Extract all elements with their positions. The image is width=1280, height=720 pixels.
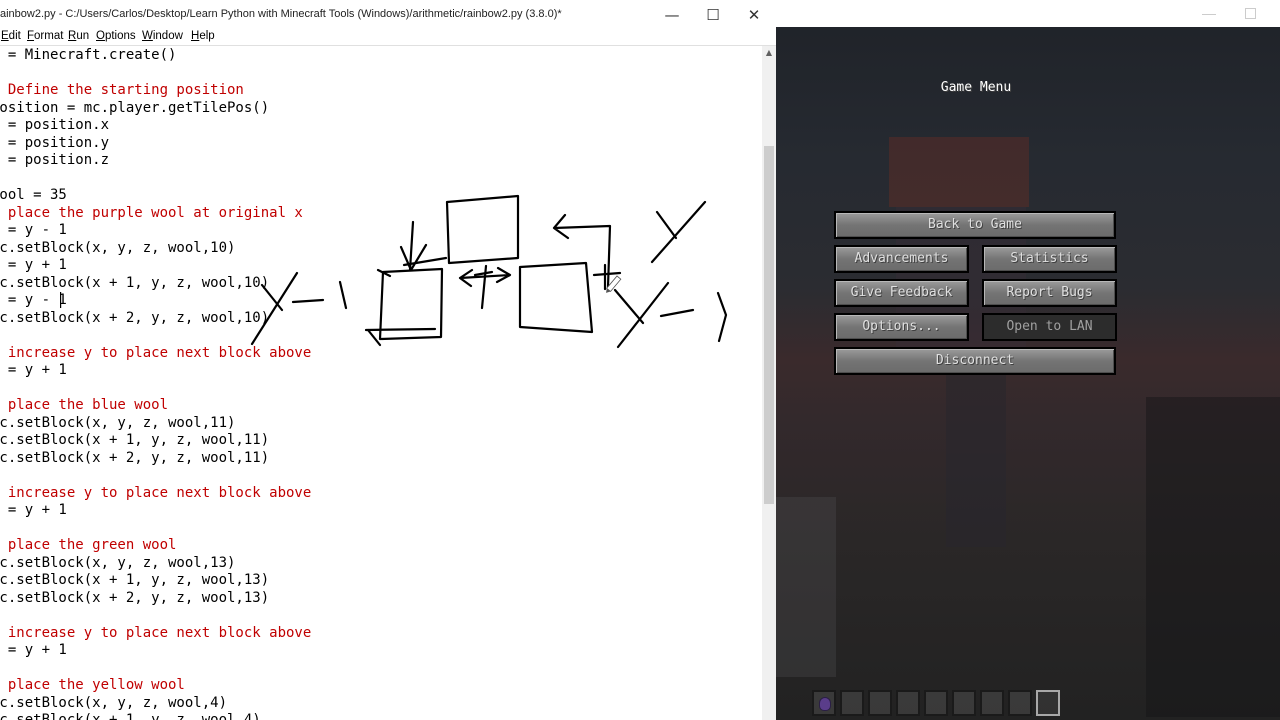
code-comment-line: # place the green wool <box>0 537 177 553</box>
editor-titlebar: ainbow2.py - C:/Users/Carlos/Desktop/Lea… <box>0 0 776 30</box>
code-line: mc.setBlock(x, y, z, wool,10) <box>0 239 236 256</box>
editor-title: ainbow2.py - C:/Users/Carlos/Desktop/Lea… <box>0 8 562 20</box>
code-line: position = mc.player.getTilePos() <box>0 99 270 116</box>
code-line: y = y - 1 <box>7 222 67 238</box>
code-line: y = y - 1 <box>7 292 67 308</box>
code-line: c = Minecraft.create() <box>0 47 177 63</box>
code-line: mc.setBlock(x + 2, y, z, wool,10) <box>0 309 270 326</box>
code-comment-line: # place the blue wool <box>0 397 169 413</box>
hotbar-slot[interactable] <box>952 690 976 716</box>
code-line: mc.setBlock(x, y, z, wool,11) <box>0 414 236 431</box>
hotbar-slot[interactable] <box>1036 690 1060 716</box>
report-bugs-button[interactable]: Report Bugs <box>982 279 1117 307</box>
code-editor[interactable]: c = Minecraft.create() # Define the start… <box>0 46 762 720</box>
menu-format[interactable]: Format <box>27 30 63 42</box>
code-line: mc.setBlock(x, y, z, wool,13) <box>0 554 236 571</box>
hotbar-slot[interactable] <box>980 690 1004 716</box>
game-menu-title: Game Menu <box>940 80 1012 95</box>
code-comment-line: # place the purple wool at original x <box>0 204 303 221</box>
code-line: y = y + 1 <box>7 502 67 518</box>
hotbar-slot[interactable] <box>1008 690 1032 716</box>
give-feedback-button[interactable]: Give Feedback <box>834 279 969 307</box>
open-to-lan-button: Open to LAN <box>982 313 1117 341</box>
potion-bottle-icon <box>820 698 830 710</box>
vertical-scrollbar[interactable]: ▲ <box>762 46 776 720</box>
code-line: z = position.z <box>0 152 110 168</box>
code-line: y = y + 1 <box>7 362 67 378</box>
options-button[interactable]: Options... <box>834 313 969 341</box>
code-line: mc.setBlock(x, y, z, wool,4) <box>0 694 228 711</box>
hotbar-slot[interactable] <box>812 690 836 716</box>
code-comment-line: # increase y to place next block above <box>0 624 312 641</box>
minimize-button[interactable]: — <box>652 4 692 26</box>
code-comment-line: # increase y to place next block above <box>0 344 312 361</box>
scenery-block <box>889 137 1029 207</box>
code-line: mc.setBlock(x + 2, y, z, wool,11) <box>0 449 270 466</box>
minecraft-titlebar <box>776 0 1280 27</box>
code-line: mc.setBlock(x + 1, y, z, wool,13) <box>0 572 270 588</box>
minecraft-window: Game Menu Back to Game Advancements Stat… <box>776 0 1280 720</box>
code-comment-line: # increase y to place next block above <box>0 484 312 501</box>
menu-run[interactable]: Run <box>68 30 89 42</box>
menu-edit[interactable]: Edit <box>1 30 21 42</box>
back-to-game-button[interactable]: Back to Game <box>834 211 1116 239</box>
code-comment-line: # place the yellow wool <box>0 677 185 693</box>
code-line: mc.setBlock(x + 1, y, z, wool,4) <box>0 712 261 720</box>
menu-help[interactable]: Help <box>191 30 215 42</box>
hotbar <box>812 690 1142 720</box>
hotbar-slot[interactable] <box>924 690 948 716</box>
scenery-block <box>1146 397 1280 717</box>
code-line: wool = 35 <box>0 187 67 203</box>
code-line: mc.setBlock(x + 1, y, z, wool,10) <box>0 274 270 291</box>
disconnect-button[interactable]: Disconnect <box>834 347 1116 375</box>
code-line: y = y + 1 <box>7 642 67 658</box>
code-line: mc.setBlock(x + 2, y, z, wool,13) <box>0 589 270 606</box>
code-line: x = position.x <box>0 117 110 133</box>
menu-window[interactable]: Window <box>142 30 183 42</box>
hotbar-slot[interactable] <box>868 690 892 716</box>
advancements-button[interactable]: Advancements <box>834 245 969 273</box>
code-line: y = y + 1 <box>7 257 67 273</box>
editor-menubar: Edit Format Run Options Window Help <box>0 30 776 45</box>
code-line: y = position.y <box>0 134 110 151</box>
hotbar-slot[interactable] <box>840 690 864 716</box>
scrollbar-thumb[interactable] <box>764 146 774 504</box>
scenery-block <box>776 497 836 677</box>
scenery-block <box>946 347 1006 547</box>
close-button[interactable]: ✕ <box>734 4 774 26</box>
menu-options[interactable]: Options <box>96 30 136 42</box>
idle-editor-window: ainbow2.py - C:/Users/Carlos/Desktop/Lea… <box>0 0 776 720</box>
minimize-icon[interactable] <box>1202 14 1216 15</box>
statistics-button[interactable]: Statistics <box>982 245 1117 273</box>
code-line: mc.setBlock(x + 1, y, z, wool,11) <box>0 432 270 448</box>
maximize-button[interactable]: ☐ <box>693 4 733 26</box>
scroll-up-arrow-icon[interactable]: ▲ <box>762 46 776 60</box>
code-comment-line: # Define the starting position <box>0 82 244 98</box>
hotbar-slot[interactable] <box>896 690 920 716</box>
maximize-icon[interactable] <box>1245 8 1256 19</box>
